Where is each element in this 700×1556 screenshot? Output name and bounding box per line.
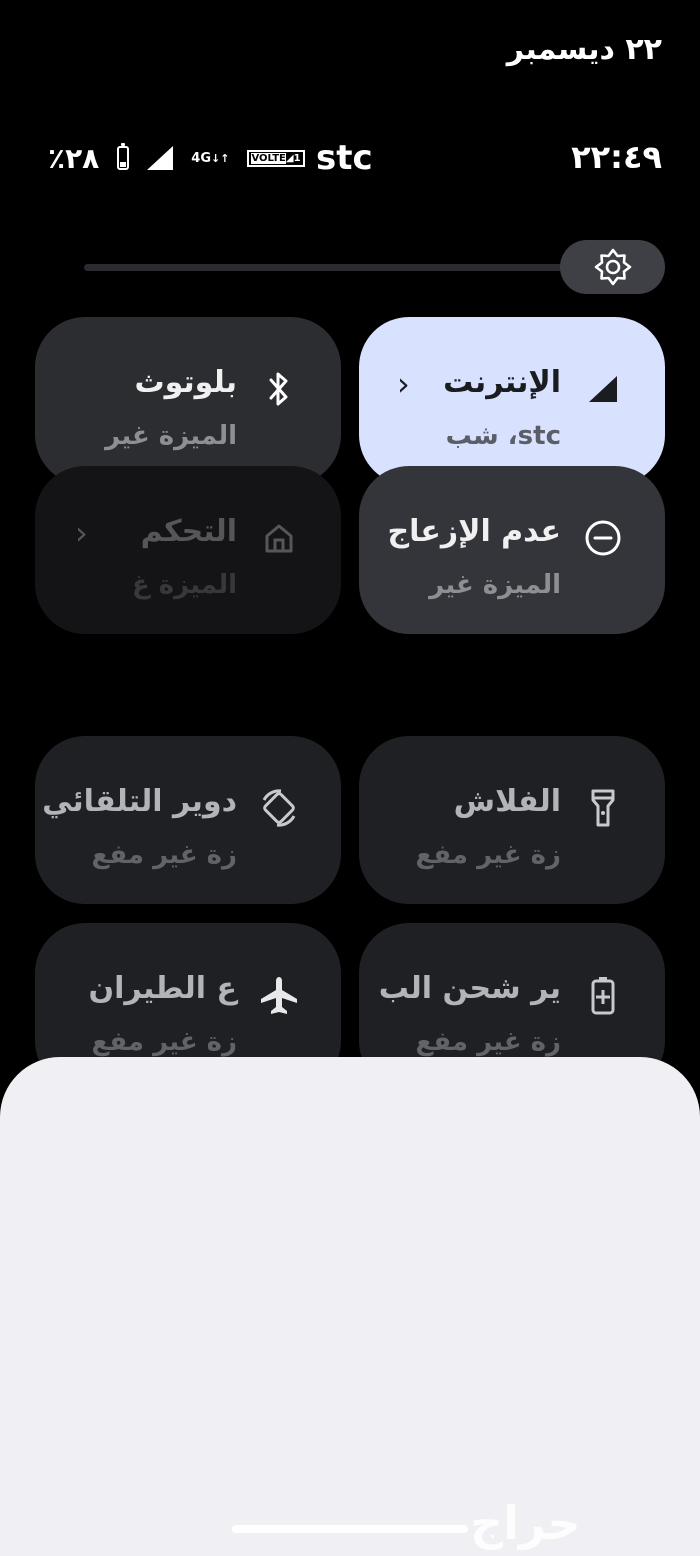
flashlight-icon [583,788,623,828]
tile-subtitle: زة غير مفع [415,1027,561,1057]
dnd-icon [583,518,623,558]
tile-subtitle: زة غير مفع [415,840,561,870]
battery-icon [117,143,130,170]
tile-flashlight[interactable]: الفلاش زة غير مفع [359,736,665,904]
brightness-icon [594,248,631,286]
status-icons: ٪٢٨ 4G ↓↑ VOLTE ◢1 [48,140,305,176]
chevron-right-icon[interactable]: › [75,514,88,552]
battery-saver-icon [583,975,623,1015]
brightness-thumb[interactable] [560,240,665,294]
brightness-slider[interactable] [84,264,584,271]
tile-label: بلوتوث [134,365,237,400]
carrier-name: stc [316,138,373,178]
tile-internet[interactable]: الإنترنت › stc، شب [359,317,665,485]
tile-subtitle: الميزة غ [131,570,237,600]
tile-subtitle: زة غير مفع [91,840,237,870]
home-indicator[interactable] [232,1525,468,1533]
tile-label: الفلاش [453,784,561,819]
battery-percent: ٪٢٨ [48,141,100,175]
tile-subtitle: الميزة غير [105,421,237,451]
tile-home-controls[interactable]: التحكم › الميزة غ [35,466,341,634]
volte-icon: VOLTE ◢1 [247,149,305,167]
tile-subtitle: الميزة غير [429,570,561,600]
tile-label: عدم الإزعاج [387,514,561,549]
tile-subtitle: زة غير مفع [91,1027,237,1057]
home-icon [259,518,299,558]
notification-sheet [0,1057,700,1556]
date-label: ٢٢ ديسمبر [506,32,662,67]
signal-icon [583,369,623,409]
tile-label: ع الطيران [88,971,237,1006]
bluetooth-icon [259,369,299,409]
chevron-right-icon[interactable]: › [397,365,410,403]
tile-label: التحكم [140,514,237,549]
tile-label: ير شحن الب [378,971,561,1006]
network-type-icon: 4G ↓↑ [191,150,230,166]
clock: ٢٢:٤٩ [571,138,662,176]
tile-dnd[interactable]: عدم الإزعاج الميزة غير [359,466,665,634]
tile-subtitle: stc، شب [445,421,561,451]
tile-label: الإنترنت [443,365,561,400]
tile-label: دوير التلقائي [42,784,237,819]
airplane-icon [259,975,299,1015]
tile-auto-rotate[interactable]: دوير التلقائي زة غير مفع [35,736,341,904]
tile-bluetooth[interactable]: بلوتوث الميزة غير [35,317,341,485]
rotate-icon [259,788,299,828]
watermark-logo: حراج [470,1496,581,1550]
signal-icon [147,146,174,170]
